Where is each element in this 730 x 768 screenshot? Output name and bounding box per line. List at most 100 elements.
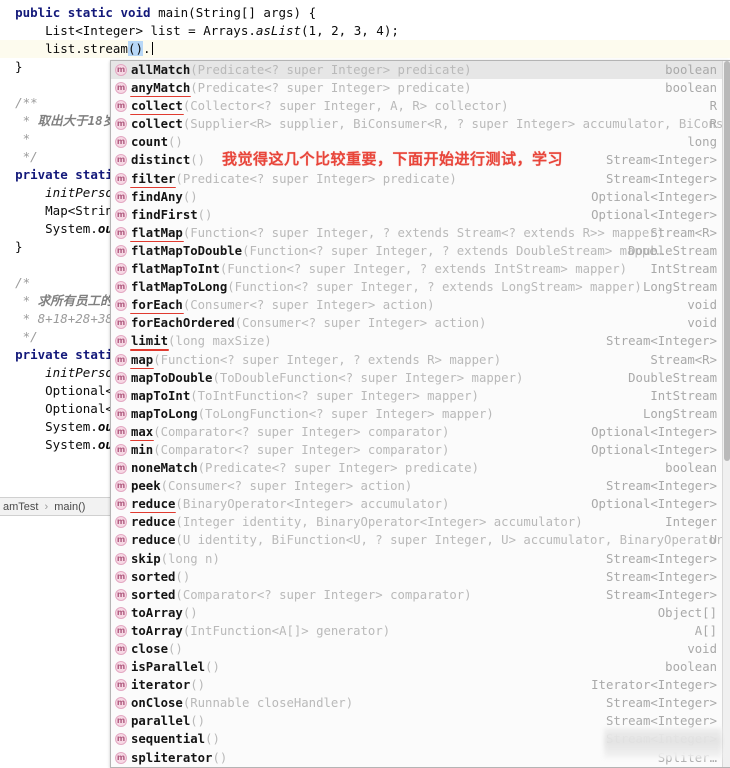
completion-item[interactable]: m collect(Supplier<R> supplier, BiConsume…	[111, 115, 723, 133]
completion-item-return-type: R	[709, 99, 717, 114]
method-icon: m	[115, 136, 127, 149]
method-icon: m	[115, 281, 127, 294]
completion-item[interactable]: m map(Function<? super Integer, ? extends…	[111, 351, 723, 369]
method-icon: m	[115, 118, 127, 131]
completion-item[interactable]: m mapToLong(ToLongFunction<? super Intege…	[111, 405, 723, 423]
completion-item-return-type: Stream<R>	[650, 352, 717, 367]
completion-item[interactable]: m flatMapToInt(Function<? super Integer, …	[111, 260, 723, 278]
completion-item-name: flatMapToInt	[131, 262, 220, 277]
breadcrumb-method[interactable]: main()	[54, 501, 85, 513]
completion-item[interactable]: m forEach(Consumer<? super Integer> actio…	[111, 296, 723, 314]
completion-item-name: distinct	[131, 153, 191, 168]
method-icon: m	[115, 407, 127, 420]
completion-item-return-type: Stream<Integer>	[605, 153, 717, 168]
completion-item-return-type: Integer	[665, 515, 717, 530]
completion-item-return-type: Optional<Integer>	[591, 189, 717, 204]
completion-item-name: parallel	[131, 714, 191, 729]
completion-item[interactable]: m flatMap(Function<? super Integer, ? ext…	[111, 224, 723, 242]
completion-item-name: iterator	[131, 678, 191, 693]
method-icon: m	[115, 389, 127, 402]
completion-item[interactable]: m flatMapToLong(Function<? super Integer,…	[111, 278, 723, 296]
completion-item-signature: (long maxSize)	[168, 334, 272, 349]
completion-item[interactable]: m sorted() Stream<Integer>	[111, 568, 723, 586]
annotation-text: 我觉得这几个比较重要，下面开始进行测试，学习	[222, 150, 564, 168]
completion-item-signature: (Runnable closeHandler)	[182, 696, 354, 711]
completion-item[interactable]: m allMatch(Predicate<? super Integer> pre…	[111, 61, 723, 80]
completion-item[interactable]: m close() void	[111, 640, 723, 658]
completion-item-return-type: void	[687, 298, 717, 313]
completion-item-name: sorted	[131, 587, 176, 602]
completion-item[interactable]: m toArray() Object[]	[111, 604, 723, 622]
completion-item[interactable]: m iterator() Iterator<Integer>	[111, 676, 723, 694]
completion-item-return-type: R	[709, 117, 717, 132]
completion-item[interactable]: m onClose(Runnable closeHandler) Stream<In…	[111, 694, 723, 712]
breadcrumb-class[interactable]: amTest	[3, 501, 38, 513]
completion-item[interactable]: m peek(Consumer<? super Integer> action) S…	[111, 477, 723, 495]
completion-item-signature: (Predicate<? super Integer> predicate)	[197, 461, 479, 476]
completion-item[interactable]: m reduce(U identity, BiFunction<U, ? supe…	[111, 531, 723, 549]
completion-item-signature: ()	[197, 207, 213, 222]
method-icon: m	[115, 443, 127, 456]
completion-item-signature: (Function<? super Integer, ? extends Dou…	[242, 243, 665, 258]
method-icon: m	[115, 570, 127, 583]
completion-item-name: mapToDouble	[131, 370, 213, 385]
method-icon: m	[115, 733, 127, 746]
completion-item-return-type: Stream<Integer>	[605, 551, 717, 566]
completion-item-return-type: Stream<Integer>	[605, 696, 717, 711]
completion-item[interactable]: m mapToDouble(ToDoubleFunction<? super In…	[111, 369, 723, 387]
completion-item-return-type: U	[709, 533, 717, 548]
completion-item-signature: ()	[175, 569, 191, 584]
method-icon: m	[115, 715, 127, 728]
completion-item-signature: ()	[205, 732, 220, 747]
completion-item-return-type: void	[687, 642, 717, 656]
completion-item[interactable]: m mapToInt(ToIntFunction<? super Integer>…	[111, 387, 723, 405]
completion-item-return-type: DoubleStream	[628, 243, 717, 258]
completion-item[interactable]: m min(Comparator<? super Integer> compara…	[111, 441, 723, 459]
completion-item-name: toArray	[131, 605, 183, 620]
completion-item[interactable]: m sorted(Comparator<? super Integer> comp…	[111, 586, 723, 604]
method-icon: m	[115, 462, 127, 475]
completion-item-return-type: Optional<Integer>	[591, 207, 717, 222]
completion-item[interactable]: m findAny() Optional<Integer>	[111, 188, 723, 206]
completion-item[interactable]: m limit(long maxSize) Stream<Integer>	[111, 332, 723, 350]
completion-scrollbar[interactable]	[722, 61, 730, 767]
completion-scrollbar-thumb[interactable]	[724, 61, 730, 461]
completion-item-return-type: A[]	[694, 623, 717, 638]
completion-item[interactable]: m findFirst() Optional<Integer>	[111, 206, 723, 224]
completion-item[interactable]: m noneMatch(Predicate<? super Integer> pr…	[111, 459, 723, 477]
completion-item[interactable]: m reduce(BinaryOperator<Integer> accumula…	[111, 495, 723, 513]
completion-item[interactable]: m max(Comparator<? super Integer> compara…	[111, 423, 723, 441]
method-icon: m	[115, 317, 127, 330]
method-icon: m	[115, 100, 127, 113]
method-icon: m	[115, 498, 127, 511]
completion-item[interactable]: m collect(Collector<? super Integer, A, R…	[111, 97, 723, 115]
method-icon: m	[115, 697, 127, 710]
completion-item-return-type: Optional<Integer>	[591, 442, 717, 457]
completion-item[interactable]: m skip(long n) Stream<Integer>	[111, 550, 723, 568]
completion-item-name: mapToLong	[131, 406, 198, 421]
breadcrumb[interactable]: amTest › main()	[0, 497, 118, 516]
method-icon: m	[115, 371, 127, 384]
completion-item-return-type: Optional<Integer>	[591, 497, 717, 512]
method-icon: m	[115, 190, 127, 203]
completion-item-signature: (Consumer<? super Integer> action)	[160, 479, 413, 494]
completion-item[interactable]: m toArray(IntFunction<A[]> generator) A[]	[111, 622, 723, 640]
completion-item-signature: ()	[182, 605, 198, 620]
completion-item-name: reduce	[131, 497, 176, 512]
completion-item-name: peek	[131, 479, 161, 494]
method-icon: m	[115, 64, 127, 76]
completion-item[interactable]: m reduce(Integer identity, BinaryOperator…	[111, 513, 723, 531]
breadcrumb-separator: ›	[44, 501, 49, 513]
completion-item-name: mapToInt	[131, 388, 191, 403]
completion-item-name: sorted	[131, 569, 176, 584]
completion-item[interactable]: m filter(Predicate<? super Integer> predi…	[111, 170, 723, 188]
completion-item[interactable]: m forEachOrdered(Consumer<? super Integer…	[111, 314, 723, 332]
method-icon: m	[115, 643, 127, 655]
method-icon: m	[115, 661, 127, 674]
completion-item-return-type: Stream<Integer>	[605, 171, 717, 186]
completion-item-name: count	[131, 135, 169, 150]
completion-item[interactable]: m flatMapToDouble(Function<? super Intege…	[111, 242, 723, 260]
completion-item[interactable]: m isParallel() boolean	[111, 658, 723, 676]
completion-item[interactable]: m anyMatch(Predicate<? super Integer> pre…	[111, 79, 723, 97]
method-icon: m	[115, 425, 127, 438]
